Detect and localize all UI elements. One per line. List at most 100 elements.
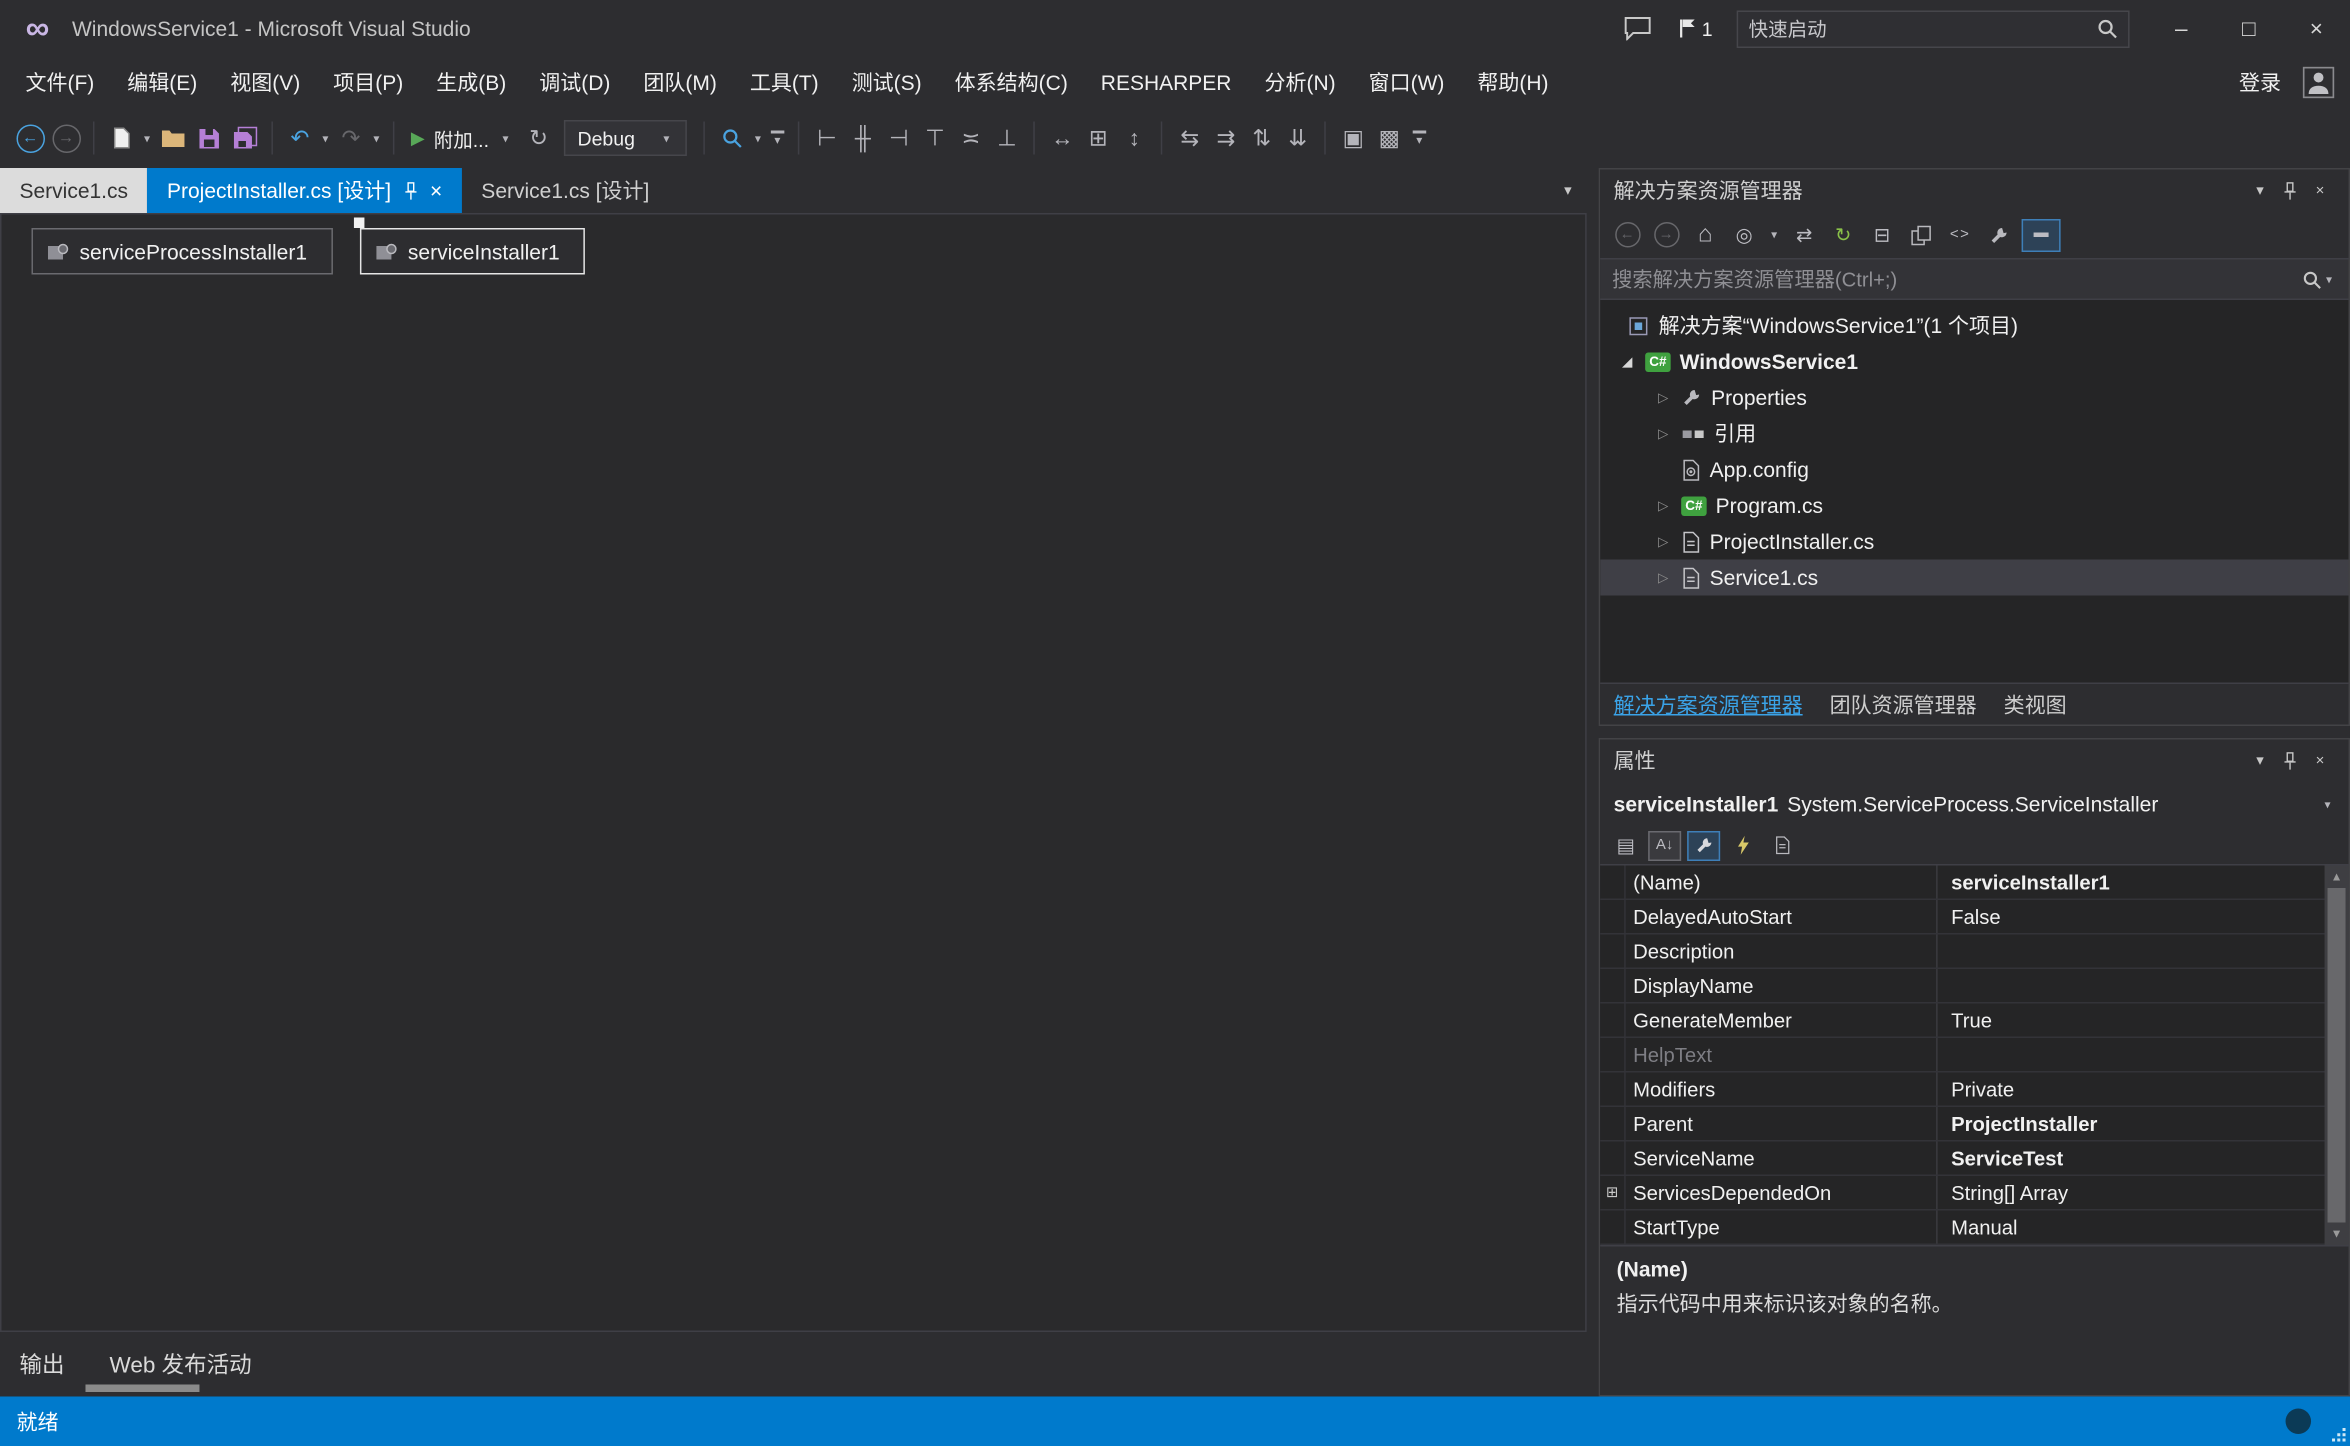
property-value[interactable] <box>1938 1038 2325 1071</box>
scrollbar-thumb[interactable] <box>2328 888 2346 1223</box>
expand-plus-icon[interactable]: ⊞ <box>1600 1176 1625 1209</box>
component-serviceinstaller1[interactable]: serviceInstaller1 <box>360 228 585 275</box>
new-file-caret-icon[interactable]: ▾ <box>139 131 154 145</box>
property-row-servicename[interactable]: ServiceName ServiceTest <box>1600 1142 2324 1177</box>
property-row-description[interactable]: Description <box>1600 935 2324 970</box>
property-row-parent[interactable]: Parent ProjectInstaller <box>1600 1107 2324 1142</box>
scroll-up-icon[interactable]: ▲ <box>2331 867 2343 887</box>
menu-edit[interactable]: 编辑(E) <box>111 57 214 108</box>
property-value[interactable]: True <box>1938 1004 2325 1037</box>
property-row-helptext[interactable]: HelpText <box>1600 1038 2324 1073</box>
property-row-name[interactable]: (Name) serviceInstaller1 <box>1600 866 2324 901</box>
close-panel-icon[interactable]: × <box>2305 182 2335 199</box>
search-options-caret-icon[interactable]: ▾ <box>2322 272 2337 286</box>
increase-horizontal-spacing-button[interactable]: ⇉ <box>1208 120 1244 156</box>
component-designer-surface[interactable]: serviceProcessInstaller1 serviceInstalle… <box>0 213 1587 1332</box>
se-scope-button[interactable]: ◎ <box>1728 218 1761 251</box>
tab-solution-explorer[interactable]: 解决方案资源管理器 <box>1614 689 1803 719</box>
tree-row-project-windowsservice1[interactable]: ◢ C# WindowsService1 <box>1600 344 2348 380</box>
expander-closed-icon[interactable]: ▷ <box>1654 425 1672 442</box>
toolbar-overflow-button[interactable]: ▾ <box>1407 131 1431 146</box>
se-refresh-button[interactable]: ↻ <box>1827 218 1860 251</box>
menu-team[interactable]: 团队(M) <box>627 57 733 108</box>
solution-explorer-header[interactable]: 解决方案资源管理器 ▾ × <box>1600 170 2348 212</box>
property-row-starttype[interactable]: StartType Manual <box>1600 1211 2324 1246</box>
solution-configuration-dropdown[interactable]: Debug ▾ <box>564 120 687 156</box>
categorized-button[interactable]: ▤ <box>1609 830 1642 860</box>
property-value[interactable]: ServiceTest <box>1938 1142 2325 1175</box>
minimize-button[interactable]: – <box>2148 0 2215 57</box>
tree-row-solution[interactable]: 解决方案“WindowsService1”(1 个项目) <box>1600 308 2348 344</box>
selection-handle[interactable] <box>354 218 364 229</box>
close-button[interactable]: × <box>2283 0 2350 57</box>
properties-view-button[interactable] <box>1687 830 1720 860</box>
menu-view[interactable]: 视图(V) <box>214 57 317 108</box>
align-middles-button[interactable]: ≍ <box>953 120 989 156</box>
restart-button[interactable]: ↻ <box>521 120 557 156</box>
solution-explorer-search-box[interactable]: ▾ <box>1600 260 2348 301</box>
menu-build[interactable]: 生成(B) <box>420 57 523 108</box>
se-sync-with-active-document-button[interactable]: ⇄ <box>1788 218 1821 251</box>
window-position-dropdown-icon[interactable]: ▾ <box>2245 752 2275 769</box>
bring-to-front-button[interactable]: ▣ <box>1335 120 1371 156</box>
solution-explorer-search-input[interactable] <box>1612 268 2302 291</box>
property-row-servicesdependedon[interactable]: ⊞ ServicesDependedOn String[] Array <box>1600 1176 2324 1211</box>
align-tops-button[interactable]: ⊤ <box>917 120 953 156</box>
property-row-generatemember[interactable]: GenerateMember True <box>1600 1004 2324 1039</box>
close-tab-icon[interactable]: × <box>430 179 442 203</box>
se-back-button[interactable]: ← <box>1611 218 1644 251</box>
resize-grip[interactable] <box>2331 1427 2347 1444</box>
new-file-button[interactable] <box>103 120 139 156</box>
tab-projectinstaller-design[interactable]: ProjectInstaller.cs [设计] × <box>148 168 462 213</box>
pin-icon[interactable] <box>2275 181 2305 201</box>
se-scope-caret-icon[interactable]: ▾ <box>1767 228 1782 242</box>
align-rights-button[interactable]: ⊣ <box>881 120 917 156</box>
close-panel-icon[interactable]: × <box>2305 752 2335 769</box>
property-row-delayedautostart[interactable]: DelayedAutoStart False <box>1600 900 2324 935</box>
make-same-size-button[interactable]: ⊞ <box>1080 120 1116 156</box>
se-forward-button[interactable]: → <box>1650 218 1683 251</box>
find-caret-icon[interactable]: ▾ <box>750 131 765 145</box>
tree-row-service1-cs[interactable]: ▷ Service1.cs <box>1600 560 2348 596</box>
se-view-code-button[interactable]: <> <box>1944 218 1977 251</box>
property-value[interactable]: ProjectInstaller <box>1938 1107 2325 1140</box>
menu-test[interactable]: 测试(S) <box>835 57 938 108</box>
navigate-forward-button[interactable]: → <box>48 120 84 156</box>
quick-launch-box[interactable] <box>1737 10 2130 48</box>
se-home-button[interactable]: ⌂ <box>1689 218 1722 251</box>
menu-tools[interactable]: 工具(T) <box>733 57 835 108</box>
menu-window[interactable]: 窗口(W) <box>1352 57 1461 108</box>
tab-output[interactable]: 输出 <box>19 1349 64 1381</box>
property-row-displayname[interactable]: DisplayName <box>1600 969 2324 1004</box>
expander-open-icon[interactable]: ◢ <box>1618 353 1636 370</box>
se-preview-selected-items-toggle[interactable] <box>2022 218 2061 251</box>
attach-debugger-button[interactable]: ▶ 附加... ▾ <box>403 124 520 153</box>
menu-help[interactable]: 帮助(H) <box>1461 57 1565 108</box>
tab-web-publish-activity[interactable]: Web 发布活动 <box>110 1349 252 1381</box>
feedback-icon[interactable] <box>1624 17 1651 41</box>
redo-caret-icon[interactable]: ▾ <box>369 131 384 145</box>
horizontal-spacing-equal-button[interactable]: ⇆ <box>1172 120 1208 156</box>
property-value[interactable] <box>1938 969 2325 1002</box>
events-button[interactable] <box>1726 830 1759 860</box>
redo-button[interactable]: ↷ <box>333 120 369 156</box>
pin-icon[interactable] <box>403 181 418 201</box>
expander-closed-icon[interactable]: ▷ <box>1654 497 1672 514</box>
tab-service1-design[interactable]: Service1.cs [设计] <box>462 168 669 213</box>
scroll-down-icon[interactable]: ▼ <box>2331 1224 2343 1244</box>
menu-resharper[interactable]: RESHARPER <box>1084 60 1248 105</box>
save-button[interactable] <box>190 120 226 156</box>
property-value[interactable]: String[] Array <box>1938 1176 2325 1209</box>
align-bottoms-button[interactable]: ⊥ <box>989 120 1025 156</box>
pin-icon[interactable] <box>2275 751 2305 771</box>
property-value[interactable]: Private <box>1938 1073 2325 1106</box>
menu-debug[interactable]: 调试(D) <box>523 57 627 108</box>
menu-file[interactable]: 文件(F) <box>9 57 111 108</box>
maximize-button[interactable]: □ <box>2215 0 2282 57</box>
toolbar-overflow-button[interactable]: ▾ <box>765 131 789 146</box>
object-selector-dropdown[interactable]: serviceInstaller1 System.ServiceProcess.… <box>1600 782 2348 827</box>
expander-closed-icon[interactable]: ▷ <box>1654 569 1672 586</box>
se-collapse-all-button[interactable]: ⊟ <box>1866 218 1899 251</box>
property-value[interactable] <box>1938 935 2325 968</box>
menu-architecture[interactable]: 体系结构(C) <box>938 57 1084 108</box>
